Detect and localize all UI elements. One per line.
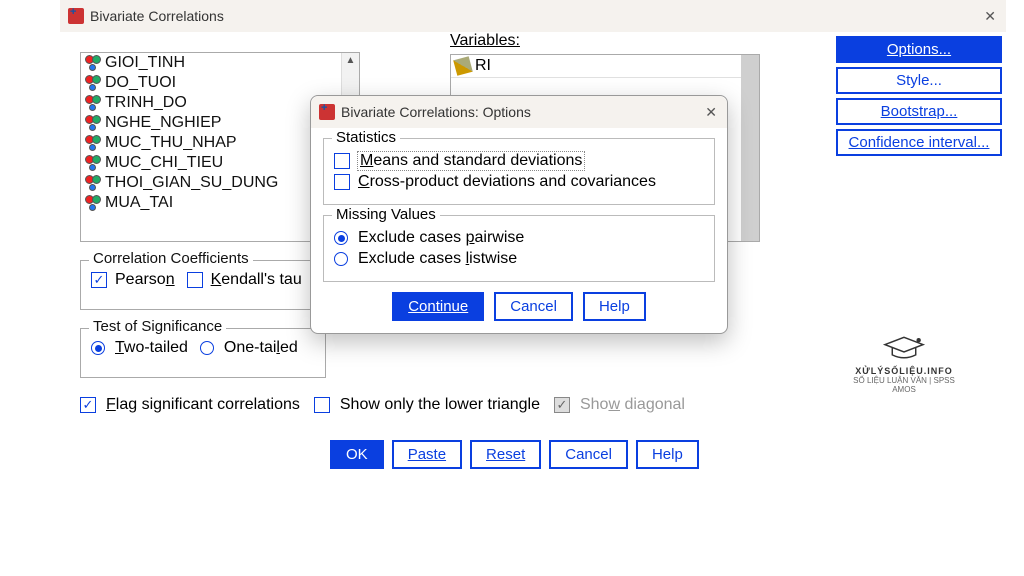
one-tailed-label: One-tailed — [224, 339, 298, 357]
paste-button[interactable]: Paste — [392, 440, 462, 469]
ok-button[interactable]: OK — [330, 440, 384, 469]
modal-title: Bivariate Correlations: Options — [341, 104, 531, 120]
correlation-coefficients-group: Correlation Coefficients Pearson Kendall… — [80, 260, 326, 310]
bootstrap-button[interactable]: Bootstrap... — [836, 98, 1002, 125]
side-buttons: Options... Style... Bootstrap... Confide… — [836, 36, 1002, 156]
nominal-icon — [85, 135, 101, 151]
main-window: Bivariate Correlations ✕ GIOI_TINHDO_TUO… — [60, 0, 1006, 70]
dialog-buttons: OK Paste Reset Cancel Help — [330, 440, 699, 469]
cap-icon — [882, 334, 926, 364]
list-item[interactable]: GIOI_TINH — [81, 53, 359, 73]
means-checkbox[interactable] — [334, 153, 350, 169]
continue-button[interactable]: Continue — [392, 292, 484, 321]
style-button[interactable]: Style... — [836, 67, 1002, 94]
logo-line1: XỬLÝSỐLIỆU.INFO — [844, 366, 964, 376]
lower-triangle-checkbox[interactable] — [314, 397, 330, 413]
missing-values-group: Missing Values Exclude cases pairwise Ex… — [323, 215, 715, 282]
scale-icon — [453, 56, 473, 76]
test-significance-group: Test of Significance Two-tailed One-tail… — [80, 328, 326, 378]
var-name: THOI_GIAN_SU_DUNG — [105, 174, 278, 192]
confidence-button[interactable]: Confidence interval... — [836, 129, 1002, 156]
flag-checkbox[interactable] — [80, 397, 96, 413]
var-name: TRINH_DO — [105, 94, 187, 112]
cross-label: Cross-product deviations and covariances — [358, 173, 656, 191]
var-name: GIOI_TINH — [105, 54, 185, 72]
cross-checkbox[interactable] — [334, 174, 350, 190]
variables-label-text: Variables: — [450, 32, 520, 49]
window-title: Bivariate Correlations — [90, 8, 224, 24]
list-item[interactable]: RI — [451, 55, 759, 78]
list-item[interactable]: DO_TUOI — [81, 73, 359, 93]
group-label: Correlation Coefficients — [89, 250, 253, 267]
nominal-icon — [85, 195, 101, 211]
statistics-group: Statistics Means and standard deviations… — [323, 138, 715, 205]
window-content: GIOI_TINHDO_TUOITRINH_DONGHE_NGHIEPMUC_T… — [60, 32, 1006, 70]
window-titlebar: Bivariate Correlations ✕ — [60, 0, 1006, 32]
help-button[interactable]: Help — [636, 440, 699, 469]
listwise-label: Exclude cases listwise — [358, 250, 517, 268]
diagonal-checkbox — [554, 397, 570, 413]
variables-label: Variables: — [450, 32, 520, 50]
two-tailed-label: Two-tailed — [115, 339, 188, 357]
nominal-icon — [85, 55, 101, 71]
modal-titlebar: Bivariate Correlations: Options ✕ — [311, 96, 727, 128]
listwise-radio[interactable] — [334, 252, 348, 266]
nominal-icon — [85, 155, 101, 171]
scrollbar[interactable] — [741, 55, 759, 241]
app-icon — [68, 8, 84, 24]
options-dialog: Bivariate Correlations: Options ✕ Statis… — [310, 95, 728, 334]
close-icon[interactable]: ✕ — [984, 8, 996, 25]
kendall-label: Kendall's tau — [211, 271, 302, 289]
options-button[interactable]: Options... — [836, 36, 1002, 63]
var-name: NGHE_NGHIEP — [105, 114, 221, 132]
var-name: MUC_THU_NHAP — [105, 134, 237, 152]
reset-button[interactable]: Reset — [470, 440, 541, 469]
help-button[interactable]: Help — [583, 292, 646, 321]
group-label: Statistics — [332, 129, 400, 146]
logo-line2: SỐ LIỆU LUẬN VĂN | SPSS AMOS — [844, 376, 964, 394]
var-name: RI — [475, 57, 491, 75]
nominal-icon — [85, 75, 101, 91]
pearson-label: Pearson — [115, 271, 175, 289]
watermark-logo: XỬLÝSỐLIỆU.INFO SỐ LIỆU LUẬN VĂN | SPSS … — [844, 334, 964, 394]
pearson-checkbox[interactable] — [91, 272, 107, 288]
app-icon — [319, 104, 335, 120]
two-tailed-radio[interactable] — [91, 341, 105, 355]
flag-label: Flag significant correlations — [106, 396, 300, 414]
nominal-icon — [85, 175, 101, 191]
var-name: MUC_CHI_TIEU — [105, 154, 223, 172]
var-name: MUA_TAI — [105, 194, 173, 212]
scroll-up-icon[interactable]: ▲ — [342, 55, 359, 66]
lower-triangle-label: Show only the lower triangle — [340, 396, 540, 414]
kendall-checkbox[interactable] — [187, 272, 203, 288]
means-label: Means and standard deviations — [358, 152, 584, 170]
nominal-icon — [85, 95, 101, 111]
pairwise-radio[interactable] — [334, 231, 348, 245]
pairwise-label: Exclude cases pairwise — [358, 229, 524, 247]
group-label: Missing Values — [332, 206, 440, 223]
cancel-button[interactable]: Cancel — [549, 440, 628, 469]
nominal-icon — [85, 115, 101, 131]
close-icon[interactable]: ✕ — [705, 104, 717, 121]
cancel-button[interactable]: Cancel — [494, 292, 573, 321]
group-label: Test of Significance — [89, 318, 226, 335]
diagonal-label: Show diagonal — [580, 396, 685, 414]
var-name: DO_TUOI — [105, 74, 176, 92]
one-tailed-radio[interactable] — [200, 341, 214, 355]
flag-row: Flag significant correlations Show only … — [80, 396, 685, 414]
